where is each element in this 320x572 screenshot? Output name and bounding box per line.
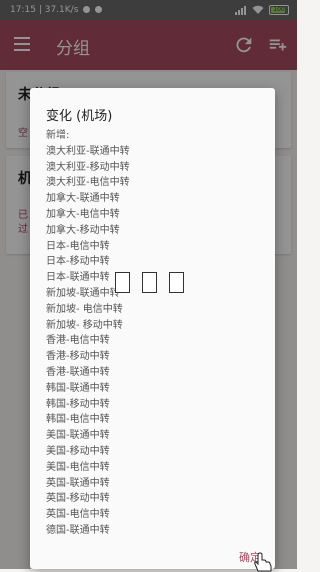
route-item: 加拿大-电信中转	[46, 208, 120, 220]
route-item: 美国-移动中转	[46, 445, 110, 457]
route-item: 韩国-移动中转	[46, 398, 110, 410]
route-item: 澳大利亚-联通中转	[46, 145, 130, 157]
route-item: 加拿大-联通中转	[46, 193, 120, 205]
dialog-message: 新增: 澳大利亚-联通中转 澳大利亚-移动中转 澳大利亚-电信中转 加拿大-联通中转加…	[46, 128, 266, 536]
route-item: 韩国-电信中转	[46, 414, 110, 426]
missing-glyph-icon	[142, 272, 157, 293]
route-item: 德国-联通中转	[46, 524, 110, 536]
route-item: 加拿大-移动中转	[46, 224, 120, 236]
route-item: 英国-联通中转	[46, 477, 110, 489]
added-section-label: 新增:	[46, 130, 70, 141]
route-item: 澳大利亚-移动中转	[46, 161, 130, 173]
route-item: 香港-电信中转	[46, 335, 110, 347]
route-item: 日本-移动中转	[46, 256, 110, 268]
hand-cursor-icon	[254, 552, 272, 572]
route-item: 澳大利亚-电信中转	[46, 177, 130, 189]
route-item: 香港-移动中转	[46, 351, 110, 363]
route-item: 英国-电信中转	[46, 509, 110, 521]
route-item: 美国-联通中转	[46, 430, 110, 442]
route-list: 澳大利亚-联通中转 澳大利亚-移动中转 澳大利亚-电信中转 加拿大-联通中转 加拿大-电…	[46, 144, 266, 536]
missing-glyph-boxes	[115, 272, 184, 293]
missing-glyph-icon	[169, 272, 184, 293]
route-item: 新加坡- 电信中转	[46, 303, 123, 315]
route-item: 英国-移动中转	[46, 493, 110, 505]
route-item: 美国-电信中转	[46, 461, 110, 473]
route-item: 香港-联通中转	[46, 366, 110, 378]
changes-dialog: 变化 (机场) 新增: 澳大利亚-联通中转 澳大利亚-移动中转 澳大利亚-电信中转加…	[30, 88, 275, 569]
route-item: 新加坡- 移动中转	[46, 319, 123, 331]
missing-glyph-icon	[115, 272, 130, 293]
route-item: 韩国-联通中转	[46, 382, 110, 394]
route-item: 日本-电信中转	[46, 240, 110, 252]
dialog-title: 变化 (机场)	[46, 109, 113, 124]
